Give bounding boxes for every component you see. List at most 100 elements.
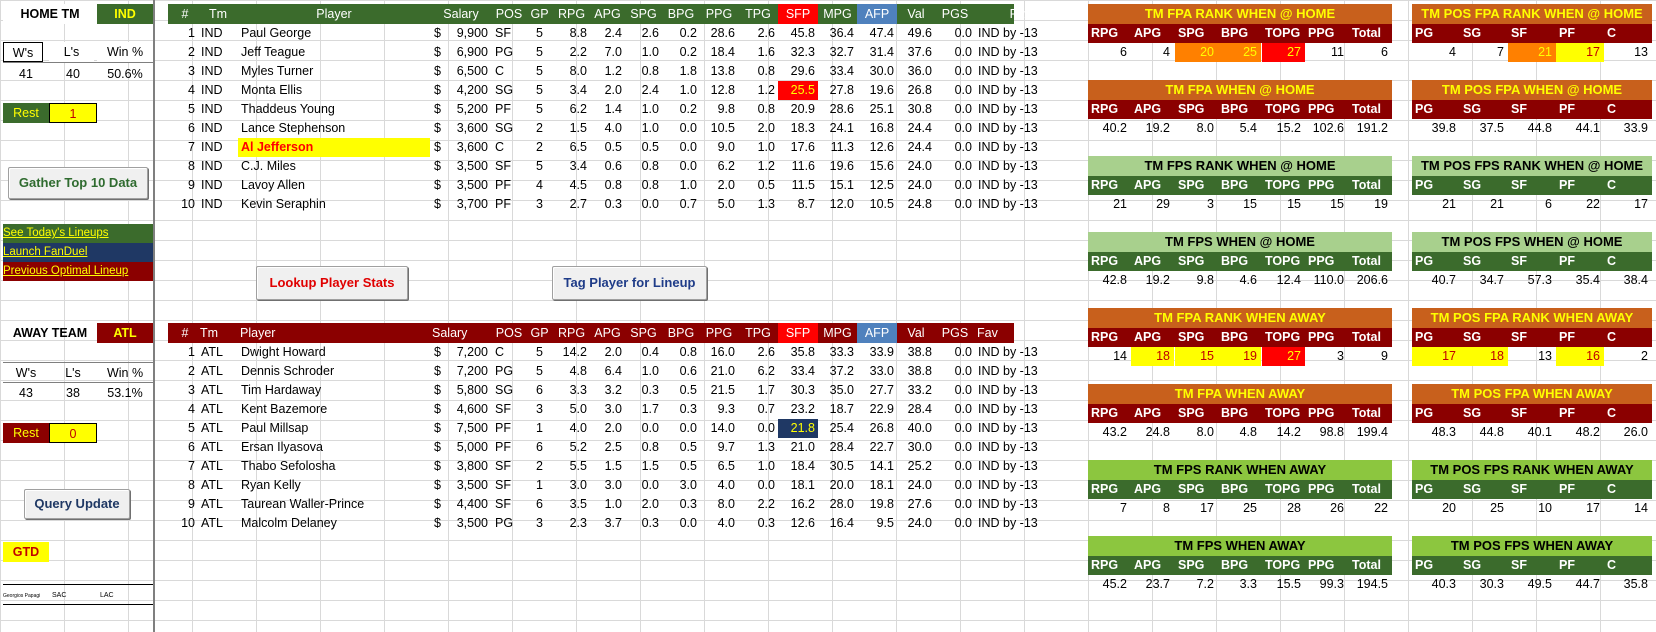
panel-title: TM FPS WHEN @ HOME <box>1088 232 1392 252</box>
panel-header-row: PG SG SF PF C <box>1412 252 1652 271</box>
val-cell: 27.6 <box>907 497 932 511</box>
mpg-cell: 18.7 <box>829 402 854 416</box>
gather-top10-button[interactable]: Gather Top 10 Data <box>8 167 148 199</box>
player-name[interactable]: Jeff Teague <box>238 43 430 62</box>
home-losses: 40 <box>66 67 80 81</box>
column-header-gp[interactable]: GP <box>526 323 553 343</box>
column-header-spg[interactable]: SPG <box>625 323 662 343</box>
stat-value: 15.5 <box>1276 577 1301 591</box>
player-name[interactable]: Dwight Howard <box>238 343 430 362</box>
player-name[interactable]: Thaddeus Young <box>238 100 430 119</box>
ppg-cell: 5.0 <box>717 197 735 211</box>
column-header-rpg[interactable]: RPG <box>553 4 590 24</box>
column-header-gp[interactable]: GP <box>526 4 553 24</box>
column-header-player[interactable]: Player <box>238 4 430 24</box>
stat-header-spg: SPG <box>1178 406 1205 420</box>
player-name[interactable]: Malcolm Delaney <box>238 514 430 533</box>
rpg-cell: 4.5 <box>569 178 587 192</box>
player-name[interactable]: Kevin Seraphin <box>238 195 430 214</box>
column-header-salary[interactable]: Salary <box>430 323 492 343</box>
column-header-afp[interactable]: AFP <box>857 323 897 343</box>
stat-value: 44.7 <box>1575 577 1600 591</box>
pgs-cell: 0.0 <box>954 83 972 97</box>
stat-value: 24.8 <box>1145 425 1170 439</box>
column-header-val[interactable]: Val <box>897 4 935 24</box>
column-header-mpg[interactable]: MPG <box>818 323 857 343</box>
tag-player-button[interactable]: Tag Player for Lineup <box>552 266 707 300</box>
column-header-ppg[interactable]: PPG <box>700 323 738 343</box>
val-cell: 24.0 <box>907 516 932 530</box>
row-number: 3 <box>188 383 195 397</box>
player-name[interactable]: Paul George <box>238 24 430 43</box>
column-header-fav[interactable]: Fav <box>975 4 1065 24</box>
query-update-button[interactable]: Query Update <box>24 489 130 519</box>
player-name[interactable]: Thabo Sefolosha <box>238 457 430 476</box>
column-header-ppg[interactable]: PPG <box>700 4 738 24</box>
player-name[interactable]: Al Jefferson <box>238 138 430 157</box>
column-header-bpg[interactable]: BPG <box>662 323 700 343</box>
column-header-afp[interactable]: AFP <box>857 4 897 24</box>
home-rest-value[interactable]: 1 <box>49 103 97 123</box>
lookup-player-stats-button[interactable]: Lookup Player Stats <box>256 266 408 300</box>
mpg-cell: 15.1 <box>829 178 854 192</box>
player-name[interactable]: Myles Turner <box>238 62 430 81</box>
player-name[interactable]: Lance Stephenson <box>238 119 430 138</box>
bpg-cell: 0.0 <box>679 121 697 135</box>
column-header-sfp[interactable]: SFP <box>778 4 818 24</box>
column-header-apg[interactable]: APG <box>590 4 625 24</box>
player-name[interactable]: Ersan Ilyasova <box>238 438 430 457</box>
stat-header-pf: PF <box>1559 406 1575 420</box>
player-name[interactable]: Paul Millsap <box>238 419 430 438</box>
player-name[interactable]: Ryan Kelly <box>238 476 430 495</box>
column-header-num[interactable]: # <box>172 323 198 343</box>
stat-header-sf: SF <box>1511 178 1527 192</box>
player-name[interactable]: Dennis Schroder <box>238 362 430 381</box>
rpg-cell: 2.2 <box>569 45 587 59</box>
home-team-code[interactable]: IND <box>97 4 153 24</box>
column-header-tpg[interactable]: TPG <box>738 323 778 343</box>
player-name[interactable]: Kent Bazemore <box>238 400 430 419</box>
stat-value: 206.6 <box>1356 273 1388 287</box>
column-header-pos[interactable]: POS <box>492 323 526 343</box>
column-header-pgs[interactable]: PGS <box>935 323 975 343</box>
stat-header-bpg: BPG <box>1221 558 1249 572</box>
column-header-tm[interactable]: Tm <box>198 323 238 343</box>
column-header-sfp[interactable]: SFP <box>778 323 818 343</box>
player-name[interactable]: Lavoy Allen <box>238 176 430 195</box>
gp-cell: 5 <box>536 364 543 378</box>
pgs-cell: 0.0 <box>954 121 972 135</box>
column-header-player[interactable]: Player <box>238 323 430 343</box>
column-header-spg[interactable]: SPG <box>625 4 662 24</box>
column-header-tpg[interactable]: TPG <box>738 4 778 24</box>
column-header-tm[interactable]: Tm <box>198 4 238 24</box>
column-header-pos[interactable]: POS <box>492 4 526 24</box>
link-previous-optimal-text[interactable]: Previous Optimal Lineup <box>3 265 128 277</box>
currency-symbol: $ <box>434 102 441 116</box>
player-name[interactable]: C.J. Miles <box>238 157 430 176</box>
link-todays-lineups-text[interactable]: See Today's Lineups <box>3 227 109 239</box>
column-header-pgs[interactable]: PGS <box>935 4 975 24</box>
link-launch-fanduel-text[interactable]: Launch FanDuel <box>3 246 87 258</box>
column-header-mpg[interactable]: MPG <box>818 4 857 24</box>
column-header-rpg[interactable]: RPG <box>553 323 590 343</box>
column-header-apg[interactable]: APG <box>590 323 625 343</box>
bpg-cell: 0.0 <box>679 159 697 173</box>
link-previous-optimal[interactable]: Previous Optimal Lineup <box>3 262 153 281</box>
column-header-fav[interactable]: Fav <box>975 323 1065 343</box>
link-todays-lineups[interactable]: See Today's Lineups <box>3 224 153 243</box>
column-header-val[interactable]: Val <box>897 323 935 343</box>
column-header-salary[interactable]: Salary <box>430 4 492 24</box>
link-launch-fanduel[interactable]: Launch FanDuel <box>3 243 153 262</box>
mpg-cell: 35.0 <box>829 383 854 397</box>
away-rest-value[interactable]: 0 <box>49 423 97 443</box>
stat-value: 35.8 <box>1623 577 1648 591</box>
tpg-cell: 1.0 <box>757 140 775 154</box>
player-name[interactable]: Monta Ellis <box>238 81 430 100</box>
player-name[interactable]: Taurean Waller-Prince <box>238 495 430 514</box>
away-team-code[interactable]: ATL <box>97 323 153 343</box>
column-header-num[interactable]: # <box>172 4 198 24</box>
player-name[interactable]: Tim Hardaway <box>238 381 430 400</box>
val-cell: 24.8 <box>907 197 932 211</box>
column-header-bpg[interactable]: BPG <box>662 4 700 24</box>
salary-value: 3,800 <box>456 459 488 473</box>
